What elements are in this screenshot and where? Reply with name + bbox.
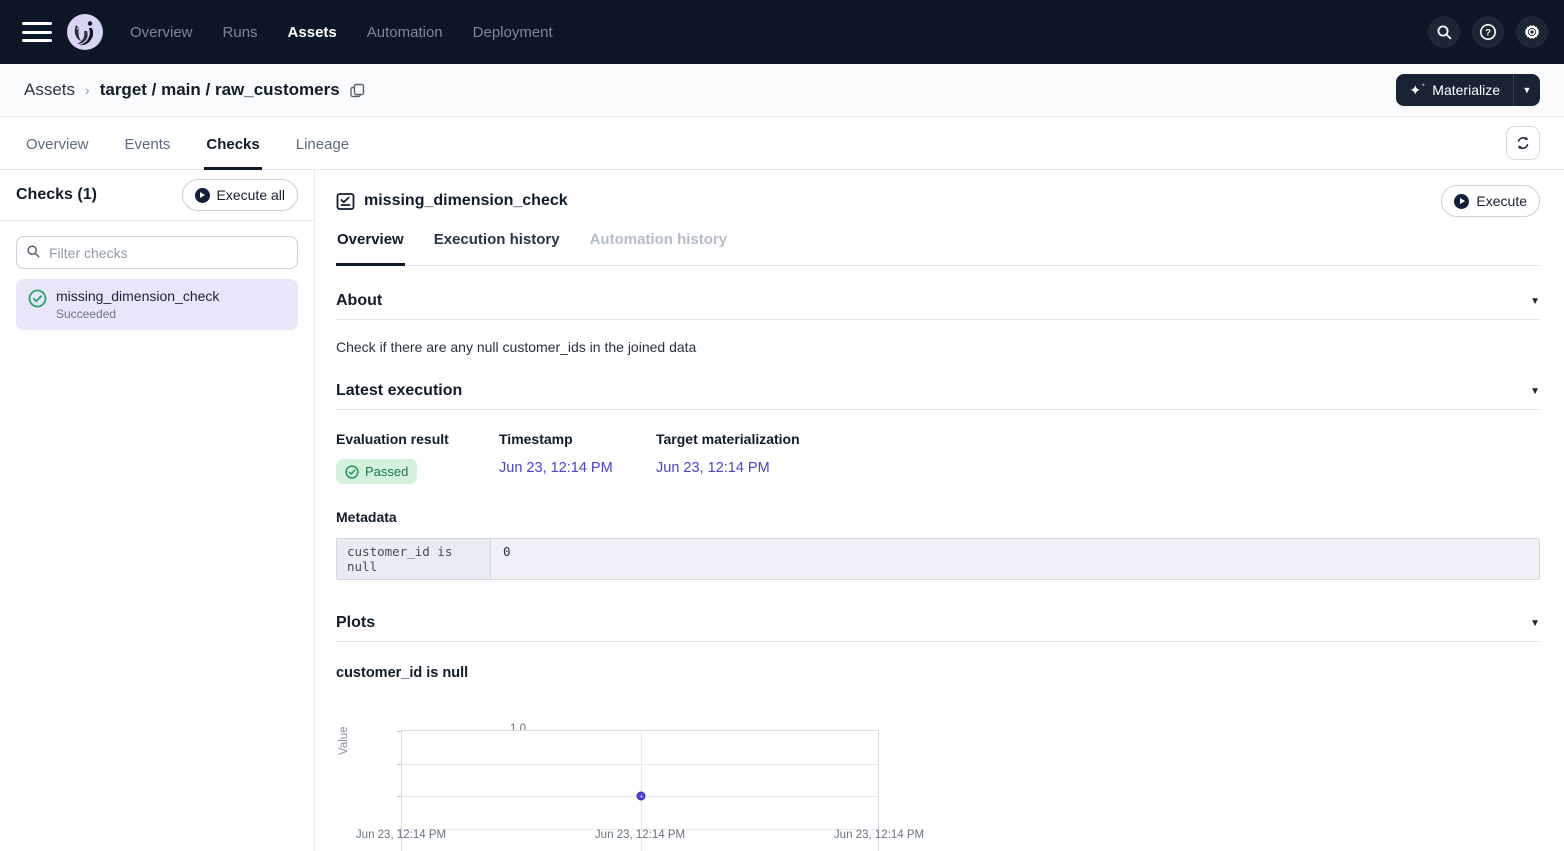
nav-link-assets[interactable]: Assets (288, 24, 337, 41)
materialize-split-button: ✦⁺ Materialize ▼ (1396, 74, 1540, 106)
play-icon (195, 188, 210, 203)
nav-link-overview[interactable]: Overview (130, 24, 193, 41)
metadata-table: customer_id is null 0 (336, 538, 1540, 580)
column-evaluation-result: Evaluation result (336, 431, 499, 447)
check-title: missing_dimension_check (364, 192, 568, 210)
tab-overview[interactable]: Overview (24, 136, 91, 169)
tab-checks[interactable]: Checks (204, 136, 261, 169)
materialize-button[interactable]: ✦⁺ Materialize (1396, 74, 1513, 106)
search-icon[interactable] (1428, 16, 1460, 48)
about-description: Check if there are any null customer_ids… (336, 339, 1540, 355)
x-tick: Jun 23, 12:14 PM (834, 829, 924, 841)
data-point[interactable] (637, 792, 646, 801)
target-materialization-link[interactable]: Jun 23, 12:14 PM (656, 460, 770, 476)
chevron-down-icon[interactable]: ▼ (1530, 386, 1540, 397)
plot-chart: Value 1.0 0.5 0 -0.5 -1.0 Jun 23, 12:14 … (336, 693, 956, 851)
metadata-heading: Metadata (336, 509, 1540, 525)
asset-tabs: Overview Events Checks Lineage (0, 117, 1564, 170)
metadata-key: customer_id is null (337, 539, 491, 579)
chevron-down-icon[interactable]: ▼ (1530, 296, 1540, 307)
check-item-status: Succeeded (56, 307, 219, 321)
hamburger-menu-icon[interactable] (22, 22, 52, 42)
timestamp-link[interactable]: Jun 23, 12:14 PM (499, 460, 613, 476)
check-list-item[interactable]: missing_dimension_check Succeeded (16, 279, 298, 330)
materialize-label: Materialize (1432, 82, 1500, 98)
refresh-icon (1515, 135, 1531, 151)
play-icon (1454, 194, 1469, 209)
checks-sidebar: Checks (1) Execute all missing_dimension… (0, 170, 315, 851)
check-document-icon (336, 192, 355, 211)
svg-text:?: ? (1485, 27, 1491, 38)
check-item-name: missing_dimension_check (56, 288, 219, 304)
passed-label: Passed (365, 464, 408, 479)
check-success-icon (345, 465, 359, 479)
passed-status-badge: Passed (336, 459, 417, 484)
breadcrumb-row: Assets › target / main / raw_customers ✦… (0, 64, 1564, 117)
materialize-dropdown-button[interactable]: ▼ (1513, 74, 1540, 106)
dagster-logo-icon[interactable] (66, 13, 104, 51)
nav-link-deployment[interactable]: Deployment (473, 24, 553, 41)
nav-actions: ? (1428, 16, 1548, 48)
metadata-value: 0 (491, 539, 1539, 579)
latest-execution-heading: Latest execution (336, 382, 462, 400)
execute-all-button[interactable]: Execute all (182, 179, 298, 211)
column-timestamp: Timestamp (499, 431, 656, 447)
nav-links: Overview Runs Assets Automation Deployme… (130, 24, 553, 41)
breadcrumb-asset-path: target / main / raw_customers (100, 80, 340, 100)
plot-title: customer_id is null (336, 665, 1540, 681)
check-detail-tabs: Overview Execution history Automation hi… (336, 231, 1540, 266)
execute-button[interactable]: Execute (1441, 185, 1540, 217)
x-tick: Jun 23, 12:14 PM (595, 829, 685, 841)
copy-icon[interactable] (350, 83, 365, 98)
top-nav: Overview Runs Assets Automation Deployme… (0, 0, 1564, 64)
help-icon[interactable]: ? (1472, 16, 1504, 48)
nav-link-runs[interactable]: Runs (223, 24, 258, 41)
check-success-icon (28, 289, 47, 308)
nav-link-automation[interactable]: Automation (367, 24, 443, 41)
x-tick: Jun 23, 12:14 PM (356, 829, 446, 841)
breadcrumb-assets-link[interactable]: Assets (24, 80, 75, 100)
sparkle-icon: ✦⁺ (1409, 83, 1425, 97)
plots-heading: Plots (336, 614, 375, 632)
settings-gear-icon[interactable] (1516, 16, 1548, 48)
tab-check-overview[interactable]: Overview (336, 231, 405, 265)
breadcrumb-separator-icon: › (85, 82, 90, 98)
search-icon (26, 244, 41, 264)
refresh-button[interactable] (1506, 126, 1540, 160)
tab-events[interactable]: Events (123, 136, 173, 169)
column-target-materialization: Target materialization (656, 431, 800, 447)
check-detail-panel: missing_dimension_check Execute Overview… (315, 170, 1564, 851)
tab-execution-history[interactable]: Execution history (433, 231, 561, 265)
tab-automation-history[interactable]: Automation history (589, 231, 729, 265)
chevron-down-icon[interactable]: ▼ (1530, 618, 1540, 629)
filter-checks-input[interactable] (16, 236, 298, 269)
about-heading: About (336, 292, 382, 310)
chart-y-axis-label: Value (338, 726, 350, 755)
checks-panel-title: Checks (1) (16, 186, 97, 204)
tab-lineage[interactable]: Lineage (294, 136, 351, 169)
